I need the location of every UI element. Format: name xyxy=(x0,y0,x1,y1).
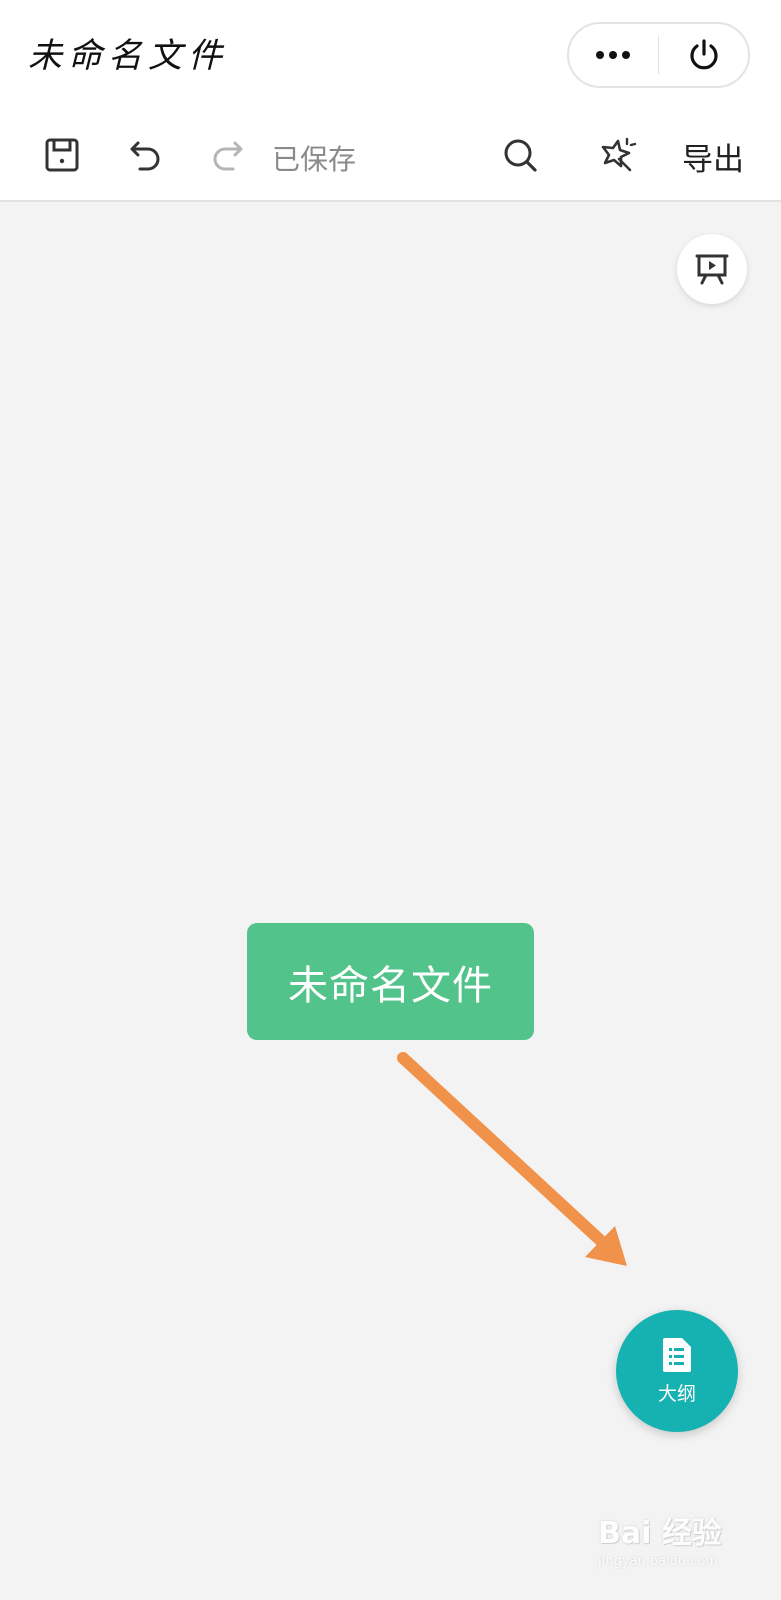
more-options-button[interactable] xyxy=(569,24,658,86)
search-button[interactable] xyxy=(497,132,543,178)
editor-toolbar: 已保存 导出 xyxy=(0,118,781,192)
redo-icon xyxy=(213,141,243,171)
undo-icon xyxy=(130,141,160,171)
save-button[interactable] xyxy=(40,132,84,178)
watermark-url: jingyan.baidu.com xyxy=(598,1554,718,1569)
export-button[interactable]: 导出 xyxy=(682,134,744,179)
power-icon xyxy=(690,39,718,70)
document-title[interactable]: 未命名文件 xyxy=(28,28,228,77)
mini-program-capsule xyxy=(567,22,750,88)
save-status-text: 已保存 xyxy=(272,143,357,176)
mindmap-app: 未命名文件 已保存 导出 未命名文件 大纲 Bai 经验 jingyan.bai… xyxy=(0,0,781,1600)
redo-button[interactable] xyxy=(205,132,249,178)
magic-wand-icon xyxy=(601,137,637,172)
presentation-mode-button[interactable] xyxy=(677,234,747,304)
mindmap-root-node[interactable]: 未命名文件 xyxy=(247,923,534,1040)
style-button[interactable] xyxy=(594,132,640,178)
floppy-disk-icon xyxy=(45,138,79,172)
watermark-brand: Bai 经验 xyxy=(598,1516,722,1551)
annotation-arrow xyxy=(397,1052,627,1266)
undo-button[interactable] xyxy=(124,132,168,178)
ellipsis-icon xyxy=(596,51,631,59)
outline-button-label: 大纲 xyxy=(657,1382,696,1405)
presentation-icon xyxy=(695,254,729,285)
document-list-icon xyxy=(663,1337,691,1372)
top-header: 未命名文件 已保存 导出 xyxy=(0,0,781,202)
search-icon xyxy=(504,139,537,172)
close-program-button[interactable] xyxy=(659,24,748,86)
baidu-watermark: Bai 经验 jingyan.baidu.com xyxy=(598,1508,758,1588)
outline-button[interactable]: 大纲 xyxy=(616,1310,738,1432)
